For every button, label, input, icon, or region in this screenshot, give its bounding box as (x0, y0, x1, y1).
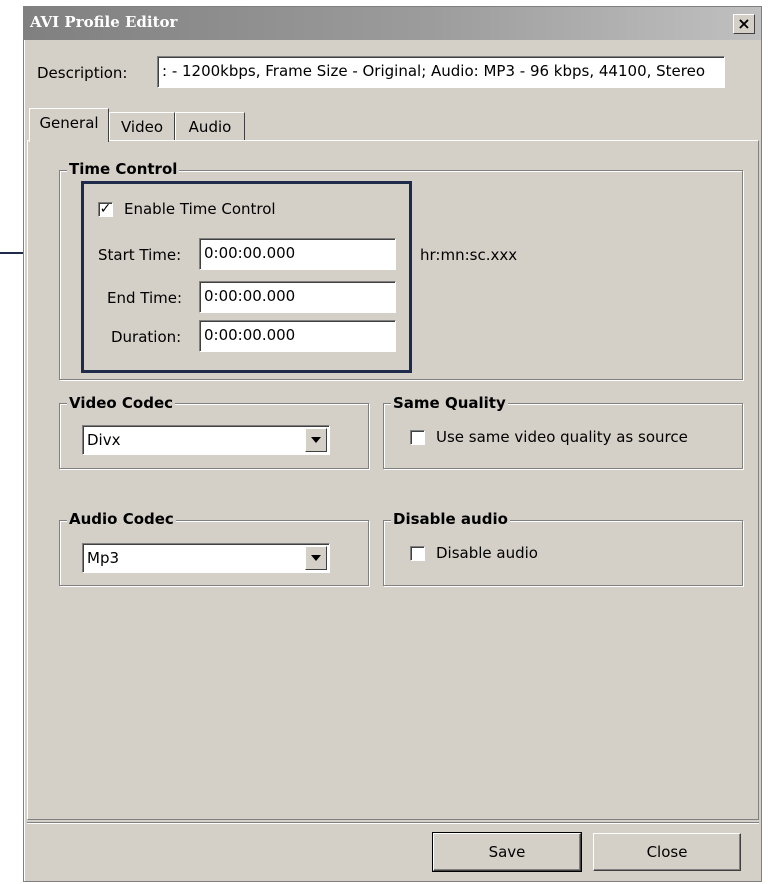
tab-video[interactable]: Video (109, 112, 175, 140)
tab-audio[interactable]: Audio (175, 112, 245, 140)
description-field[interactable]: : - 1200kbps, Frame Size - Original; Aud… (157, 56, 725, 88)
same-quality-legend: Same Quality (391, 394, 508, 412)
duration-label: Duration: (111, 328, 182, 346)
disable-audio-label: Disable audio (436, 544, 538, 562)
video-codec-select[interactable]: Divx (82, 425, 330, 455)
close-window-button[interactable]: × (733, 14, 755, 34)
save-button-label: Save (488, 843, 526, 861)
end-time-input[interactable]: 0:00:00.000 (199, 281, 396, 313)
start-time-label: Start Time: (98, 246, 182, 264)
same-quality-label: Use same video quality as source (436, 428, 688, 446)
enable-time-control-checkbox[interactable]: ✓ (98, 202, 113, 217)
start-time-value: 0:00:00.000 (204, 244, 296, 262)
same-quality-checkbox[interactable] (410, 430, 425, 445)
enable-time-control-label: Enable Time Control (124, 200, 276, 218)
tab-audio-label: Audio (188, 118, 232, 136)
window-title: AVI Profile Editor (30, 13, 178, 31)
end-time-value: 0:00:00.000 (204, 287, 296, 305)
description-value: : - 1200kbps, Frame Size - Original; Aud… (162, 62, 706, 80)
close-icon: × (737, 14, 751, 33)
disable-audio-legend: Disable audio (391, 510, 510, 528)
time-format-hint: hr:mn:sc.xxx (420, 246, 518, 264)
tab-general-label: General (39, 114, 99, 132)
video-codec-value: Divx (87, 431, 121, 449)
audio-codec-select[interactable]: Mp3 (82, 543, 330, 573)
audio-codec-legend: Audio Codec (67, 510, 176, 528)
close-button[interactable]: Close (593, 833, 741, 871)
save-button[interactable]: Save (432, 832, 582, 872)
chevron-down-icon[interactable] (305, 428, 327, 452)
time-control-legend: Time Control (67, 160, 180, 178)
checkmark-icon: ✓ (99, 201, 112, 217)
tab-general[interactable]: General (29, 108, 109, 142)
duration-input[interactable]: 0:00:00.000 (199, 320, 396, 352)
audio-codec-value: Mp3 (87, 549, 120, 567)
close-button-label: Close (646, 843, 688, 861)
start-time-input[interactable]: 0:00:00.000 (199, 238, 396, 270)
tab-video-label: Video (120, 118, 164, 136)
chevron-down-icon[interactable] (305, 546, 327, 570)
video-codec-legend: Video Codec (67, 394, 176, 412)
end-time-label: End Time: (107, 289, 183, 307)
description-label: Description: (37, 64, 128, 82)
disable-audio-checkbox[interactable] (410, 546, 425, 561)
duration-value: 0:00:00.000 (204, 326, 296, 344)
button-separator (27, 822, 759, 824)
